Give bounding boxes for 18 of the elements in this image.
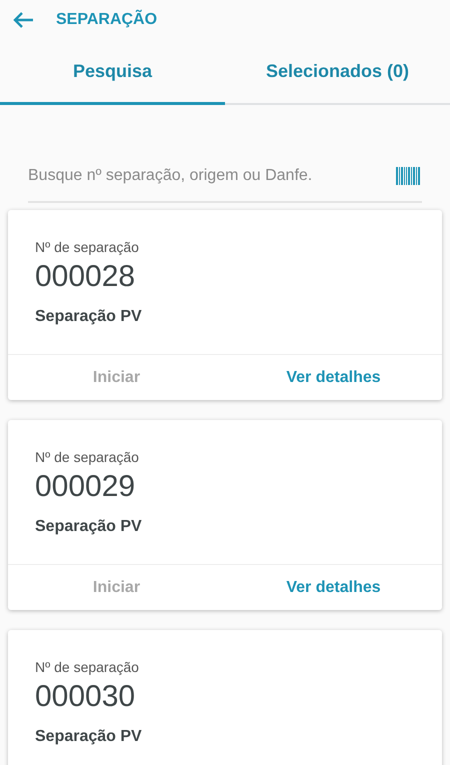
separation-type: Separação PV bbox=[35, 727, 143, 747]
tab[interactable]: Selecionados (0) bbox=[225, 40, 450, 105]
separation-type: Separação PV bbox=[35, 307, 143, 327]
tab[interactable]: Pesquisa bbox=[0, 40, 225, 105]
separation-number: 000029 bbox=[35, 469, 136, 505]
search-field[interactable]: Busque nº separação, origem ou Danfe. bbox=[28, 164, 396, 188]
back-arrow-icon[interactable] bbox=[12, 11, 34, 29]
barcode-icon[interactable] bbox=[396, 166, 422, 184]
field-label: Nº de separação bbox=[35, 658, 140, 677]
field-label: Nº de separação bbox=[35, 448, 140, 467]
separation-number: 000028 bbox=[35, 259, 136, 295]
page-title: SEPARAÇÃO bbox=[56, 8, 158, 30]
card-action[interactable]: Ver detalhes bbox=[225, 355, 442, 400]
separation-card[interactable]: Nº de separação 000030 Separação PV bbox=[8, 630, 442, 765]
field-label: Nº de separação bbox=[35, 238, 140, 257]
separation-number: 000030 bbox=[35, 679, 136, 715]
card-action[interactable]: Ver detalhes bbox=[225, 565, 442, 610]
separation-type: Separação PV bbox=[35, 517, 143, 537]
